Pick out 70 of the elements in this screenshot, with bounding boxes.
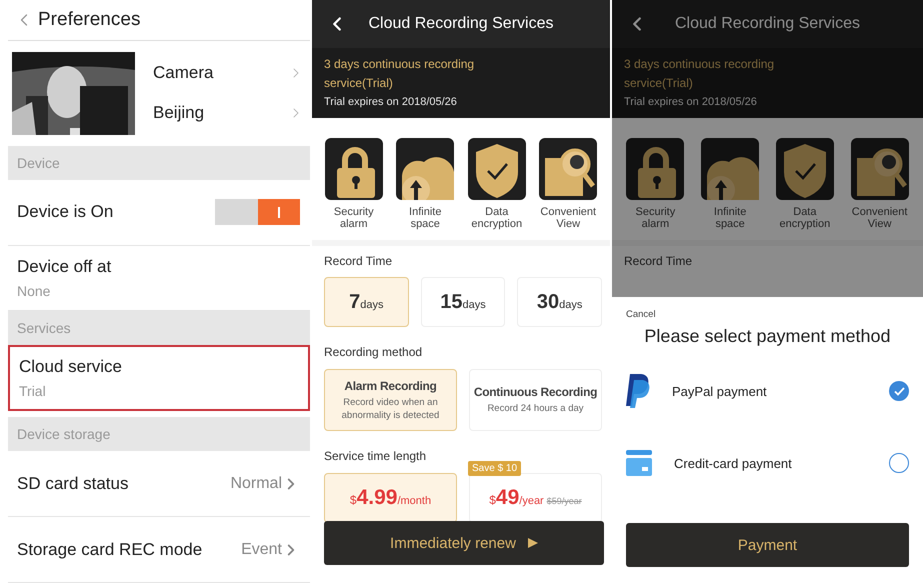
banner-title: 3 days continuous recording service(Trial) <box>624 56 776 92</box>
page-title: Preferences <box>38 8 140 31</box>
feature-label: Convenient View <box>850 206 908 230</box>
highlighted-row[interactable]: Cloud service Trial <box>8 345 310 412</box>
check-icon <box>894 386 904 396</box>
section-label: Service time length <box>324 449 428 463</box>
duration-option[interactable]: 15days <box>420 277 506 327</box>
row-title: Cloud service <box>19 357 122 378</box>
camera-location: Beijing <box>153 103 204 124</box>
savings-badge: Save $ 10 <box>468 461 522 476</box>
method-title: Continuous Recording <box>474 385 598 399</box>
feature-label: Infinite space <box>408 206 442 230</box>
section-header: Services <box>8 311 310 346</box>
feature-label: Data encryption <box>778 206 832 230</box>
payment-option-label[interactable]: PayPal payment <box>672 384 867 398</box>
section-label: Recording method <box>324 345 424 359</box>
search-icon <box>539 138 598 200</box>
row-subtitle: None <box>17 283 52 300</box>
banner-subtitle: Trial expires on 2018/05/26 <box>324 96 458 108</box>
lock-icon <box>626 138 684 200</box>
banner-subtitle: Trial expires on 2018/05/26 <box>624 96 758 108</box>
feature-label: Security alarm <box>332 206 375 230</box>
feature-label: Infinite space <box>712 206 748 230</box>
row-value: Normal <box>230 474 282 493</box>
method-option[interactable]: Alarm Recording Record video when an abnormality is detected <box>324 369 457 431</box>
settings-row[interactable]: SD card status Normal <box>8 451 310 518</box>
cloud-icon <box>396 138 454 200</box>
plan-option[interactable]: $4.99/month <box>324 473 457 523</box>
payment-logo-icon <box>626 374 650 408</box>
credit-card-icon <box>626 450 652 476</box>
renew-button[interactable]: Immediately renew <box>324 521 604 565</box>
banner-title: 3 days continuous recording service(Trial) <box>324 56 476 92</box>
sheet-title: Please select payment method <box>643 326 892 347</box>
method-option[interactable]: Continuous Recording Record 24 hours a day <box>469 369 602 431</box>
payment-option-label[interactable]: Credit-card payment <box>674 456 867 470</box>
duration-option[interactable]: 7days <box>324 277 409 327</box>
feature-label: Data encryption <box>470 206 524 230</box>
screen-title: Cloud Recording Services <box>675 15 860 33</box>
row-title: Device off at <box>17 257 112 278</box>
plan-option[interactable]: $49/year $59/year <box>469 473 602 523</box>
method-title: Alarm Recording <box>344 378 437 392</box>
duration-option[interactable]: 30days <box>517 277 602 327</box>
section-header: Device <box>8 146 310 180</box>
cancel-link[interactable]: Cancel <box>626 309 656 320</box>
radio-button[interactable] <box>889 453 909 473</box>
screen-title: Cloud Recording Services <box>368 15 554 33</box>
settings-row[interactable]: Storage card REC mode Event <box>8 517 310 583</box>
row-title: SD card status <box>17 474 128 494</box>
shield-icon <box>776 138 834 200</box>
cloud-icon <box>701 138 760 200</box>
section-label: Record Time <box>624 254 694 268</box>
shield-icon <box>468 138 526 200</box>
toggle-switch[interactable] <box>215 199 300 226</box>
search-icon <box>850 138 909 200</box>
row-title: Storage card REC mode <box>17 540 202 560</box>
payment-button[interactable]: Payment <box>626 523 909 567</box>
method-description: Record 24 hours a day <box>487 402 584 415</box>
method-description: Record video when an abnormality is detected <box>340 396 440 422</box>
camera-name: Camera <box>153 63 214 84</box>
feature-label: Convenient View <box>539 206 598 230</box>
settings-row[interactable]: Device is On <box>8 180 310 246</box>
row-subtitle: Trial <box>19 383 47 400</box>
lock-icon <box>324 138 383 200</box>
row-title: Device is On <box>17 202 114 222</box>
section-header: Device storage <box>8 417 310 452</box>
radio-button[interactable] <box>889 381 909 401</box>
feature-label: Security alarm <box>634 206 676 230</box>
row-value: Event <box>241 540 282 559</box>
play-icon <box>528 538 538 548</box>
section-label: Record Time <box>324 254 394 268</box>
